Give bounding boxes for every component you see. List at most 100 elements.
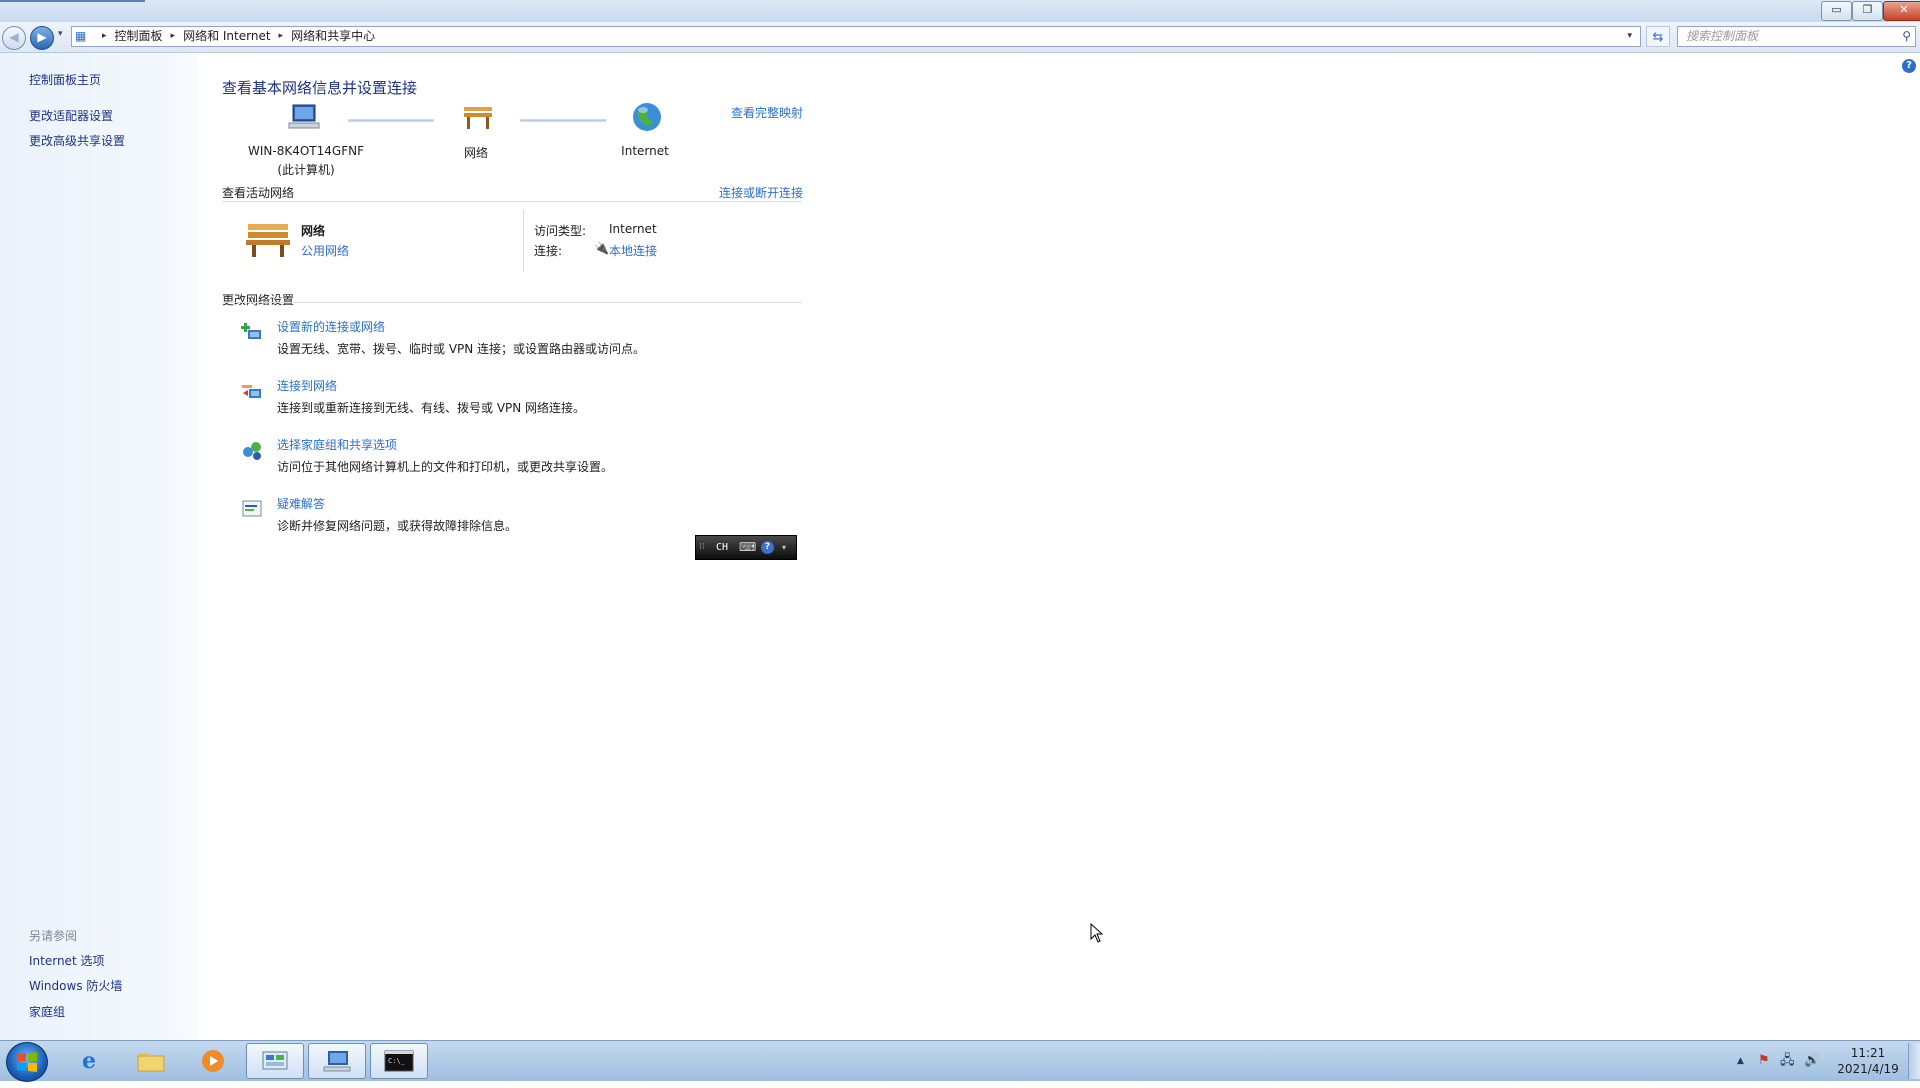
active-network-icon[interactable] xyxy=(244,218,292,261)
search-icon[interactable]: ⚲ xyxy=(1902,27,1911,46)
breadcrumb-network-internet[interactable]: 网络和 Internet xyxy=(183,27,270,46)
close-button[interactable]: ✕ xyxy=(1883,1,1920,21)
restore-button[interactable]: ❐ xyxy=(1852,1,1883,21)
svg-text:C:\_: C:\_ xyxy=(388,1057,406,1065)
action-center-flag-icon[interactable]: ⚑ xyxy=(1758,1041,1770,1081)
breadcrumb-separator-icon[interactable]: ▸ xyxy=(163,27,184,46)
ime-options-icon[interactable]: ▾ xyxy=(782,536,786,559)
sidebar-windows-firewall[interactable]: Windows 防火墙 xyxy=(29,977,122,994)
folder-icon xyxy=(137,1053,165,1072)
control-panel-icon xyxy=(262,1051,288,1070)
computer-subtitle-label: (此计算机) xyxy=(277,163,335,177)
address-dropdown-icon[interactable]: ▾ xyxy=(1627,27,1632,46)
breadcrumb-network-sharing-center[interactable]: 网络和共享中心 xyxy=(291,27,375,46)
network-bench-icon[interactable] xyxy=(458,103,498,137)
internet-explorer-icon: e xyxy=(82,1048,96,1074)
active-network-divider xyxy=(523,210,524,272)
sidebar: 控制面板主页 更改适配器设置 更改高级共享设置 另请参阅 Internet 选项… xyxy=(0,53,198,1040)
computer-icon[interactable] xyxy=(284,103,324,137)
clock-date: 2021/4/19 xyxy=(1837,1062,1899,1076)
local-connection-link[interactable]: 本地连接 xyxy=(609,242,657,259)
ime-grip-icon[interactable]: ⁞⁞ xyxy=(699,536,705,559)
media-player-icon xyxy=(202,1050,224,1072)
homegroup-sharing-link[interactable]: 选择家庭组和共享选项 xyxy=(277,436,397,453)
internet-map-label: Internet xyxy=(621,144,669,158)
connect-network-icon[interactable] xyxy=(240,379,264,403)
recent-pages-dropdown[interactable]: ▾ xyxy=(58,29,63,39)
connect-disconnect-link[interactable]: 连接或断开连接 xyxy=(719,184,803,201)
back-button[interactable]: ◀ xyxy=(2,26,26,50)
troubleshoot-desc: 诊断并修复网络问题，或获得故障排除信息。 xyxy=(277,519,518,533)
homegroup-sharing-desc: 访问位于其他网络计算机上的文件和打印机，或更改共享设置。 xyxy=(277,460,614,474)
network-map-label: 网络 xyxy=(463,146,488,160)
window-titlebar: ▭ ❐ ✕ xyxy=(0,0,1920,23)
ime-help-icon[interactable]: ? xyxy=(761,541,774,554)
taskbar-network-center[interactable] xyxy=(308,1043,366,1079)
internet-globe-icon[interactable] xyxy=(627,101,667,139)
homegroup-icon[interactable] xyxy=(240,438,264,462)
view-full-map-link[interactable]: 查看完整映射 xyxy=(731,104,803,121)
connect-network-desc: 连接到或重新连接到无线、有线、拨号或 VPN 网络连接。 xyxy=(277,401,586,415)
refresh-button[interactable]: ⇆ xyxy=(1646,26,1670,47)
command-prompt-icon: C:\_ xyxy=(384,1050,414,1072)
start-button[interactable] xyxy=(6,1042,48,1082)
new-connection-icon[interactable] xyxy=(240,320,264,344)
map-link-line xyxy=(520,119,606,122)
taskbar-command-prompt[interactable]: C:\_ xyxy=(370,1043,428,1079)
network-type-link[interactable]: 公用网络 xyxy=(301,242,349,259)
troubleshoot-icon[interactable] xyxy=(240,497,264,521)
control-panel-icon: ▦ xyxy=(75,29,87,43)
help-icon[interactable]: ? xyxy=(1902,59,1916,73)
show-desktop-button[interactable] xyxy=(1908,1043,1920,1079)
change-settings-heading: 更改网络设置 xyxy=(222,293,295,307)
page-title: 查看基本网络信息并设置连接 xyxy=(222,79,418,97)
titlebar-accent xyxy=(0,0,145,2)
troubleshoot-link[interactable]: 疑难解答 xyxy=(277,495,325,512)
taskbar-media-player[interactable] xyxy=(184,1043,242,1079)
ethernet-connection-icon: 🔌 xyxy=(594,241,609,255)
taskbar-control-panel[interactable] xyxy=(246,1043,304,1079)
access-type-value: Internet xyxy=(609,222,657,236)
address-toolbar: ◀ ▶ ▾ ▦ ▸ 控制面板 ▸ 网络和 Internet ▸ 网络和共享中心 … xyxy=(0,22,1920,53)
map-link-line xyxy=(348,119,434,122)
address-box[interactable]: ▦ ▸ 控制面板 ▸ 网络和 Internet ▸ 网络和共享中心 ▾ xyxy=(71,26,1641,47)
breadcrumb-separator-icon[interactable]: ▸ xyxy=(271,27,292,46)
windows-logo-icon xyxy=(17,1052,37,1072)
section-divider xyxy=(222,201,802,202)
access-type-label: 访问类型: xyxy=(534,224,587,238)
section-divider xyxy=(222,302,802,303)
ime-language-indicator[interactable]: CH xyxy=(716,536,728,559)
breadcrumb-control-panel[interactable]: 控制面板 xyxy=(115,27,163,46)
sidebar-change-adapter-settings[interactable]: 更改适配器设置 xyxy=(29,107,113,124)
search-placeholder: 搜索控制面板 xyxy=(1686,29,1759,43)
see-also-heading: 另请参阅 xyxy=(29,929,78,943)
taskbar-file-explorer[interactable] xyxy=(122,1043,180,1079)
keyboard-icon[interactable]: ⌨ xyxy=(739,536,756,559)
computer-name-label: WIN-8K4OT14GFNF xyxy=(248,144,364,158)
search-input[interactable]: 搜索控制面板 ⚲ xyxy=(1677,26,1916,47)
connect-network-link[interactable]: 连接到网络 xyxy=(277,377,337,394)
sidebar-control-panel-home[interactable]: 控制面板主页 xyxy=(29,71,101,88)
active-networks-heading: 查看活动网络 xyxy=(222,186,295,200)
mouse-cursor-icon xyxy=(1090,923,1104,943)
active-network-name: 网络 xyxy=(301,224,326,238)
connections-label: 连接: xyxy=(534,244,563,258)
taskbar-internet-explorer[interactable]: e xyxy=(60,1043,118,1079)
new-connection-desc: 设置无线、宽带、拨号、临时或 VPN 连接；或设置路由器或访问点。 xyxy=(277,342,646,356)
ime-language-bar[interactable]: ⁞⁞ CH ⌨ ? ▾ xyxy=(695,535,797,560)
network-tray-icon[interactable]: 🖧 xyxy=(1780,1041,1795,1081)
forward-button[interactable]: ▶ xyxy=(30,26,54,50)
volume-icon[interactable]: 🔊 xyxy=(1804,1041,1820,1081)
minimize-button[interactable]: ▭ xyxy=(1821,1,1852,21)
tray-overflow-arrow[interactable]: ▲ xyxy=(1737,1041,1744,1081)
sidebar-internet-options[interactable]: Internet 选项 xyxy=(29,952,104,969)
new-connection-link[interactable]: 设置新的连接或网络 xyxy=(277,318,385,335)
breadcrumb-separator-icon[interactable]: ▸ xyxy=(94,27,115,46)
sidebar-change-advanced-sharing[interactable]: 更改高级共享设置 xyxy=(29,132,125,149)
taskbar: e C:\_ ▲ ⚑ 🖧 🔊 11:21 2021/4/19 xyxy=(0,1040,1920,1082)
sidebar-homegroup[interactable]: 家庭组 xyxy=(29,1003,65,1020)
breadcrumb: ▸ 控制面板 ▸ 网络和 Internet ▸ 网络和共享中心 xyxy=(94,27,375,46)
clock-time: 11:21 xyxy=(1850,1046,1886,1060)
taskbar-clock[interactable]: 11:21 2021/4/19 xyxy=(1828,1045,1908,1077)
network-computer-icon xyxy=(323,1051,351,1072)
